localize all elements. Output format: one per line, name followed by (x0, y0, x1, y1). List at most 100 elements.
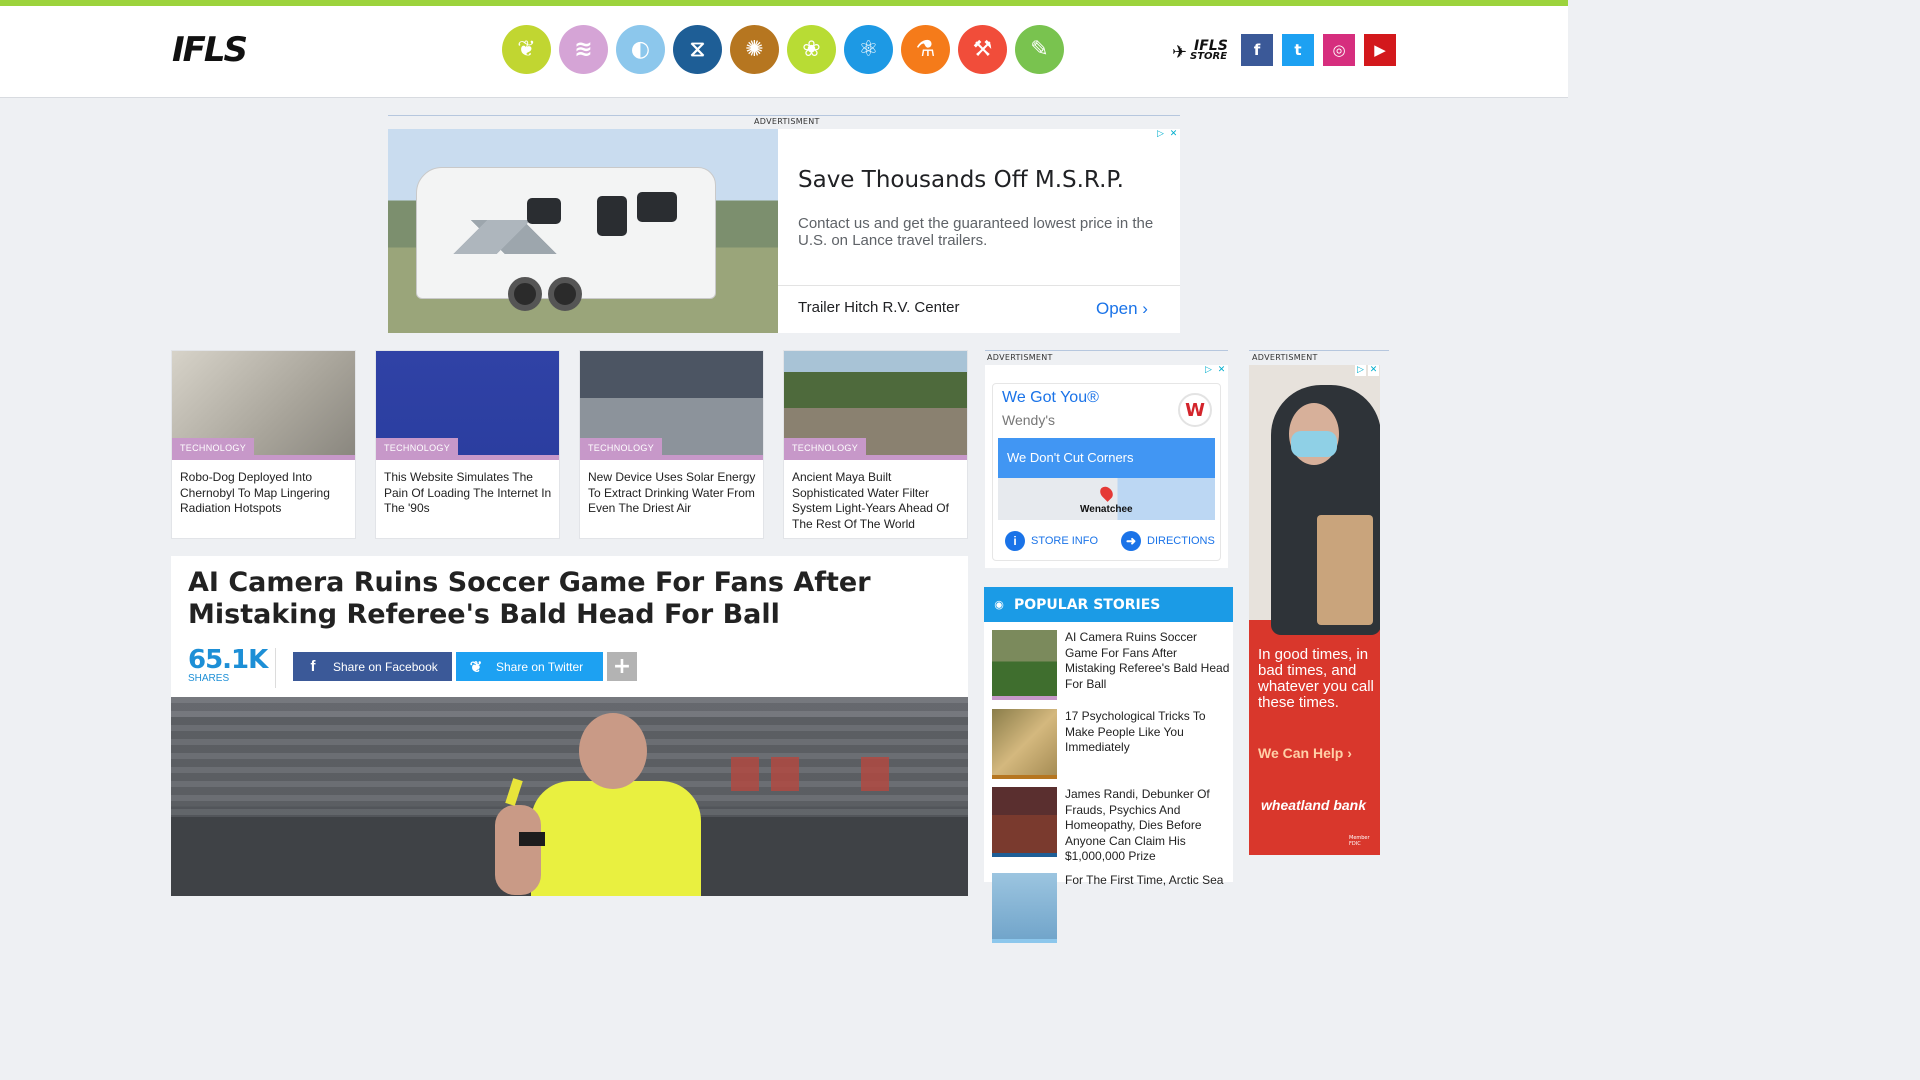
side-ad-divider (985, 350, 1228, 351)
related-article-card[interactable]: TECHNOLOGY New Device Uses Solar Energy T… (579, 350, 764, 539)
directions-icon: ➜ (1121, 531, 1141, 551)
adchoices-icon[interactable]: ▷ (1203, 365, 1214, 376)
category-brain-button[interactable]: ✺ (730, 25, 779, 74)
category-tag[interactable]: TECHNOLOGY (376, 438, 459, 459)
category-chemistry-button[interactable]: ⚗ (901, 25, 950, 74)
directions-button[interactable]: ➜ DIRECTIONS (1121, 531, 1215, 551)
adchoices-icon[interactable]: ▷ (1355, 365, 1366, 376)
share-twitter-label: Share on Twitter (496, 659, 584, 674)
category-physics-button[interactable]: ⚛ (844, 25, 893, 74)
popular-story-title[interactable]: 17 Psychological Tricks To Make People L… (1065, 709, 1230, 756)
ad-label: ADVERTISMENT (754, 117, 820, 126)
store-info-button[interactable]: i STORE INFO (1005, 531, 1098, 551)
side-ad[interactable]: We Got You® Wendy's W We Don't Cut Corne… (985, 365, 1228, 568)
right-ad-fine-print: Member FDIC (1349, 835, 1370, 847)
adchoices-icon[interactable]: ▷ (1155, 129, 1166, 140)
right-ad-cta[interactable]: We Can Help › (1258, 745, 1352, 761)
share-count: 65.1K (188, 645, 268, 675)
share-twitter-button[interactable]: ❦ Share on Twitter (456, 652, 603, 681)
right-ad-text: In good times, in bad times, and whateve… (1258, 646, 1374, 711)
category-tag[interactable]: TECHNOLOGY (580, 438, 663, 459)
category-health-button[interactable]: ⧖ (673, 25, 722, 74)
popular-stories-header: ◉ POPULAR STORIES (984, 587, 1233, 622)
leaf-icon: ❦ (517, 37, 536, 62)
ad-headline[interactable]: Save Thousands Off M.S.R.P. (798, 167, 1124, 193)
dna-icon: ⧖ (689, 37, 706, 62)
side-ad-tagline[interactable]: We Don't Cut Corners (998, 438, 1215, 478)
side-ad-map[interactable]: Wenatchee (998, 478, 1215, 520)
map-city: Wenatchee (1080, 504, 1133, 515)
atom-icon: ⚛ (858, 37, 879, 62)
gavel-icon: ⚒ (972, 37, 993, 62)
side-ad-label: ADVERTISMENT (987, 353, 1053, 362)
related-article-title[interactable]: This Website Simulates The Pain Of Loadi… (384, 470, 554, 517)
ad-open-button[interactable]: Open › (1096, 299, 1148, 319)
map-pin-icon (1097, 484, 1116, 502)
share-facebook-label: Share on Facebook (333, 659, 438, 674)
instagram-link[interactable]: ◎ (1323, 34, 1355, 66)
share-divider (275, 648, 276, 688)
close-icon[interactable]: ✕ (1168, 129, 1179, 140)
popular-story-thumbnail[interactable] (992, 709, 1057, 779)
right-skyscraper-ad[interactable]: In good times, in bad times, and whateve… (1249, 365, 1380, 855)
close-icon[interactable]: ✕ (1368, 365, 1379, 376)
facebook-link[interactable]: f (1241, 34, 1273, 66)
popular-story-title[interactable]: James Randi, Debunker Of Frauds, Psychic… (1065, 787, 1230, 865)
flask-icon: ⚗ (915, 37, 936, 62)
popular-stories-heading: POPULAR STORIES (1014, 596, 1161, 613)
category-tag[interactable]: TECHNOLOGY (172, 438, 255, 459)
pencil-icon: ✎ (1030, 37, 1049, 62)
related-article-title[interactable]: Robo-Dog Deployed Into Chernobyl To Map … (180, 470, 350, 517)
category-editors-blog-button[interactable]: ⚒ (958, 25, 1007, 74)
category-environment-button[interactable]: ❦ (502, 25, 551, 74)
article: AI Camera Ruins Soccer Game For Fans Aft… (171, 556, 968, 896)
category-tag[interactable]: TECHNOLOGY (784, 438, 867, 459)
planet-icon: ◐ (630, 37, 651, 62)
category-underline (992, 775, 1057, 779)
related-article-title[interactable]: New Device Uses Solar Energy To Extract … (588, 470, 758, 517)
ad-trailer-image (388, 129, 778, 333)
related-article-card[interactable]: TECHNOLOGY Robo-Dog Deployed Into Chernob… (171, 350, 356, 539)
twitter-link[interactable]: t (1282, 34, 1314, 66)
category-technology-button[interactable]: ≋ (559, 25, 608, 74)
related-article-title[interactable]: Ancient Maya Built Sophisticated Water F… (792, 470, 962, 532)
top-banner-ad[interactable]: Save Thousands Off M.S.R.P. Contact us a… (388, 129, 1180, 333)
category-space-button[interactable]: ◐ (616, 25, 665, 74)
twitter-icon: t (1294, 41, 1302, 59)
eye-icon: ◉ (994, 598, 1004, 611)
popular-story-thumbnail[interactable] (992, 787, 1057, 857)
twitter-icon: ❦ (469, 658, 483, 676)
youtube-icon: ▶ (1374, 41, 1386, 59)
popular-story-thumbnail[interactable] (992, 873, 1057, 943)
category-nav: ❦ ≋ ◐ ⧖ ✺ ❀ ⚛ ⚗ ⚒ ✎ (502, 25, 1064, 74)
side-ad-brand: Wendy's (1002, 412, 1055, 428)
close-icon[interactable]: ✕ (1216, 365, 1227, 376)
site-header: IFLS ❦ ≋ ◐ ⧖ ✺ ❀ ⚛ ⚗ ⚒ ✎ ✈ IFLS STORE f t ◎ ▶ (0, 6, 1568, 98)
site-logo[interactable]: IFLS (170, 12, 258, 96)
logo-text: IFLS (172, 30, 248, 70)
store-link[interactable]: ✈ IFLS STORE (1172, 36, 1230, 68)
paw-icon: ❀ (802, 37, 821, 62)
store-label: STORE (1190, 51, 1228, 62)
related-article-card[interactable]: TECHNOLOGY This Website Simulates The Pai… (375, 350, 560, 539)
popular-stories: ◉ POPULAR STORIES AI Camera Ruins Soccer… (984, 587, 1233, 943)
ad-divider (388, 115, 1180, 116)
more-share-button[interactable]: + (607, 652, 637, 681)
wendys-logo-icon: W (1178, 393, 1212, 427)
youtube-link[interactable]: ▶ (1364, 34, 1396, 66)
category-write-button[interactable]: ✎ (1015, 25, 1064, 74)
facebook-icon: f (310, 658, 316, 675)
ad-advertiser[interactable]: Trailer Hitch R.V. Center (798, 299, 959, 316)
side-ad-title[interactable]: We Got You® (1002, 389, 1099, 407)
category-plants-animals-button[interactable]: ❀ (787, 25, 836, 74)
related-articles: TECHNOLOGY Robo-Dog Deployed Into Chernob… (171, 350, 968, 539)
popular-story-title[interactable]: For The First Time, Arctic Sea (1065, 873, 1230, 889)
popular-story-title[interactable]: AI Camera Ruins Soccer Game For Fans Aft… (1065, 630, 1230, 692)
share-facebook-button[interactable]: f Share on Facebook (293, 652, 452, 681)
shop-icon: ✈ (1172, 42, 1188, 63)
popular-story-thumbnail[interactable] (992, 630, 1057, 700)
related-article-card[interactable]: TECHNOLOGY Ancient Maya Built Sophisticat… (783, 350, 968, 539)
store-info-label: STORE INFO (1031, 535, 1099, 547)
category-underline (992, 939, 1057, 943)
facebook-icon: f (1253, 41, 1261, 59)
